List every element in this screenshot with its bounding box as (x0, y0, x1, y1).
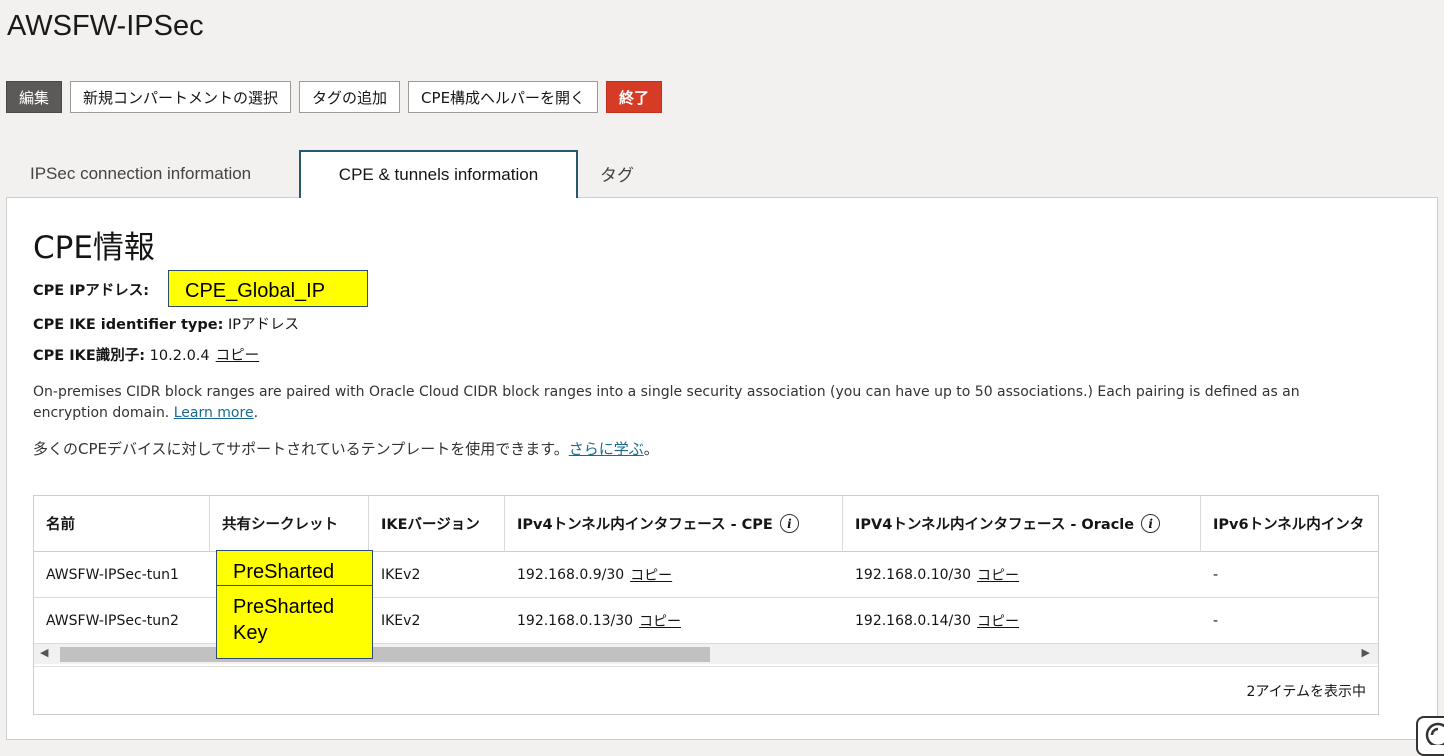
row-ike-version: IKEv2 (381, 567, 421, 583)
template-note: 多くのCPEデバイスに対してサポートされているテンプレートを使用できます。さらに… (33, 440, 659, 458)
row-name: AWSFW-IPSec-tun2 (46, 613, 179, 629)
cpe-ip-field: CPE IPアドレス: (33, 279, 149, 300)
row-cpe-interface: 192.168.0.9/30 コピー (517, 565, 673, 585)
items-count: 2アイテムを表示中 (1246, 684, 1366, 700)
section-title: CPE情報 (33, 230, 155, 266)
description-line-2: encryption domain. Learn more. (33, 405, 259, 421)
cpe-ip-label: CPE IPアドレス: (33, 283, 150, 299)
edit-button[interactable]: 編集 (6, 81, 63, 113)
copy-link[interactable]: コピー (977, 565, 1019, 585)
copy-link[interactable]: コピー (639, 611, 681, 631)
shared-secret-callout-1: PreSharted (216, 550, 373, 586)
col-header-ipv4-cpe[interactable]: IPv4トンネル内インタフェース - CPE i (505, 496, 843, 552)
tab-cpe-tunnels-information[interactable]: CPE & tunnels information (299, 150, 578, 198)
template-learn-more-link[interactable]: さらに学ぶ (569, 440, 644, 458)
row-cpe-interface: 192.168.0.13/30 コピー (517, 611, 682, 631)
info-icon[interactable]: i (1141, 514, 1161, 533)
cpe-helper-button[interactable]: CPE構成ヘルパーを開く (408, 81, 599, 113)
help-icon (1425, 722, 1444, 745)
scroll-left-icon[interactable]: ◀ (40, 646, 48, 659)
copy-link[interactable]: コピー (630, 565, 672, 585)
table-footer-divider (34, 666, 1378, 667)
row-oracle-interface: 192.168.0.10/30 コピー (855, 565, 1020, 585)
row-oracle-interface: 192.168.0.14/30 コピー (855, 611, 1020, 631)
row-ipv6: - (1213, 567, 1219, 583)
terminate-button[interactable]: 終了 (606, 81, 663, 113)
row-ipv6: - (1213, 613, 1219, 629)
cpe-ike-id-label: CPE IKE識別子: (33, 348, 146, 364)
cpe-tunnels-panel: CPE情報 CPE IPアドレス: CPE_Global_IP CPE IKE … (6, 197, 1438, 740)
action-toolbar: 編集 新規コンパートメントの選択 タグの追加 CPE構成ヘルパーを開く 終了 (6, 81, 663, 113)
help-widget-icon[interactable] (1416, 716, 1444, 756)
col-header-ike-version[interactable]: IKEバージョン (369, 496, 505, 552)
info-icon[interactable]: i (779, 514, 799, 533)
copy-link[interactable]: コピー (977, 611, 1019, 631)
shared-secret-callout-2: PreSharted Key (216, 585, 373, 659)
cpe-ike-id-field: CPE IKE識別子: 10.2.0.4 コピー (33, 344, 259, 365)
description-line-1: On-premises CIDR block ranges are paired… (33, 384, 1300, 400)
cpe-ip-callout: CPE_Global_IP (168, 270, 368, 307)
copy-ike-id-link[interactable]: コピー (216, 348, 260, 364)
add-tags-button[interactable]: タグの追加 (299, 81, 401, 113)
move-compartment-button[interactable]: 新規コンパートメントの選択 (70, 81, 292, 113)
col-header-shared-secret[interactable]: 共有シークレット (210, 496, 369, 552)
tab-tags[interactable]: タグ (600, 150, 634, 197)
scrollbar-thumb[interactable] (60, 647, 710, 662)
tab-bar: IPSec connection information CPE & tunne… (6, 150, 1438, 198)
learn-more-link[interactable]: Learn more (174, 405, 254, 421)
cpe-ike-type-field: CPE IKE identifier type: IPアドレス (33, 313, 299, 334)
col-header-ipv6[interactable]: IPv6トンネル内インタ (1201, 496, 1378, 552)
tab-ipsec-connection-information[interactable]: IPSec connection information (30, 150, 251, 197)
row-ike-version: IKEv2 (381, 613, 421, 629)
page-title: AWSFW-IPSec (7, 10, 204, 42)
cpe-ike-id-value: 10.2.0.4 (149, 348, 210, 364)
scroll-right-icon[interactable]: ▶ (1362, 646, 1370, 659)
cpe-ike-type-label: CPE IKE identifier type: (33, 317, 224, 333)
cpe-ike-type-value: IPアドレス (228, 317, 300, 333)
col-header-ipv4-oracle[interactable]: IPV4トンネル内インタフェース - Oracle i (843, 496, 1201, 552)
encryption-domain-description: On-premises CIDR block ranges are paired… (33, 382, 1300, 424)
row-name: AWSFW-IPSec-tun1 (46, 567, 179, 583)
col-header-name[interactable]: 名前 (34, 496, 210, 552)
